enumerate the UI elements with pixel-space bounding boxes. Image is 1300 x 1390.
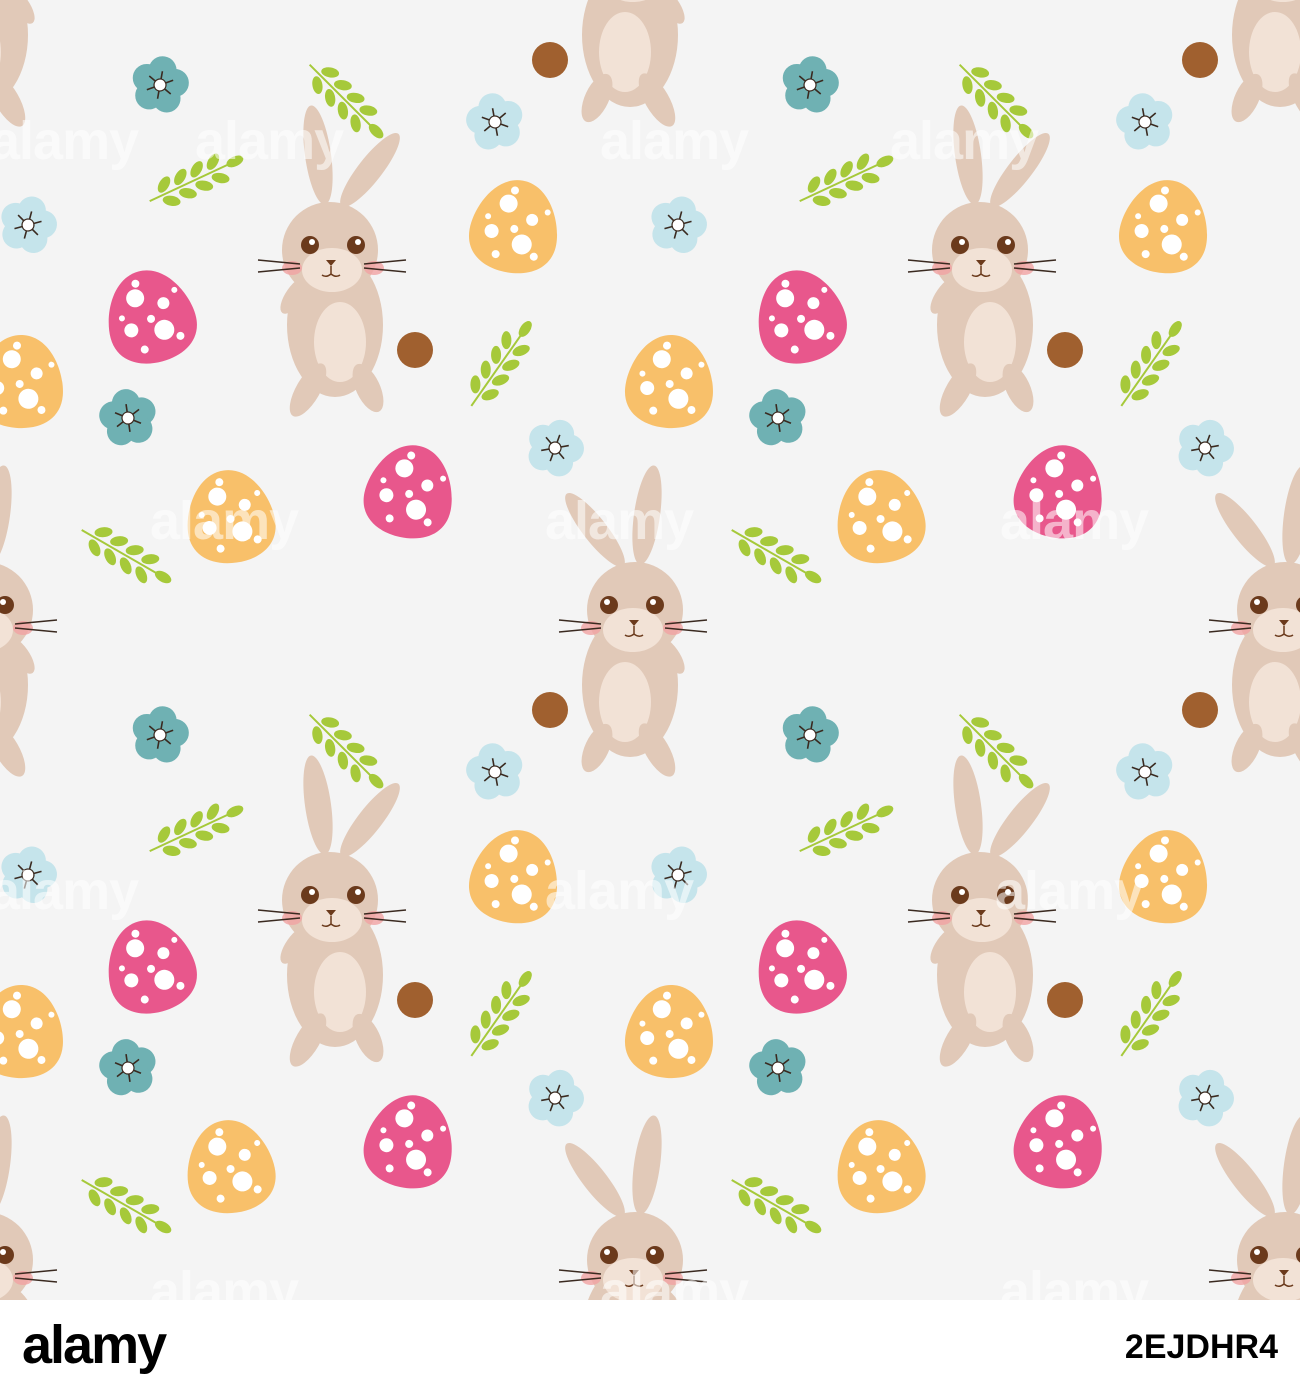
- easter-egg-icon: [0, 985, 63, 1079]
- flower-icon: [1178, 419, 1234, 477]
- flower-icon: [132, 706, 189, 763]
- flower-icon: [466, 93, 523, 150]
- flower-icon: [132, 56, 189, 113]
- bunny-icon: [0, 1115, 58, 1300]
- easter-egg-icon: [0, 335, 63, 429]
- flower-icon: [466, 743, 523, 800]
- bunny-icon: [257, 105, 433, 417]
- easter-egg-icon: [187, 1120, 276, 1214]
- leaf-sprig-icon: [470, 321, 532, 407]
- flower-icon: [528, 1069, 584, 1127]
- easter-egg-icon: [187, 470, 276, 564]
- leaf-sprig-icon: [731, 1177, 822, 1234]
- bunny-icon: [1208, 1115, 1300, 1300]
- easter-egg-icon: [108, 270, 197, 364]
- leaf-sprig-icon: [149, 153, 244, 207]
- footer-bar: alamy 2EJDHR4: [0, 1300, 1300, 1390]
- flower-icon: [1116, 93, 1173, 150]
- easter-egg-icon: [758, 270, 847, 364]
- easter-pattern: [0, 0, 1300, 1300]
- image-id: 2EJDHR4: [1124, 1328, 1278, 1366]
- bunny-icon: [558, 1115, 708, 1300]
- easter-egg-icon: [363, 445, 452, 539]
- easter-egg-icon: [468, 180, 557, 274]
- bunny-icon: [907, 105, 1083, 417]
- flower-icon: [528, 419, 584, 477]
- bunny-icon: [1182, 0, 1300, 127]
- pattern-image: alamy alamy alamy alamy alamy alamy alamy alamy…: [0, 0, 1300, 1300]
- leaf-sprig-icon: [799, 153, 894, 207]
- flower-icon: [1, 846, 57, 904]
- leaf-sprig-icon: [470, 971, 532, 1057]
- flower-icon: [782, 706, 839, 763]
- flower-icon: [651, 846, 707, 904]
- brand-logo: alamy: [22, 1315, 167, 1375]
- easter-egg-icon: [837, 470, 926, 564]
- flower-icon: [99, 1039, 156, 1096]
- easter-egg-icon: [1118, 180, 1207, 274]
- easter-egg-icon: [363, 1095, 452, 1189]
- bunny-icon: [257, 755, 433, 1067]
- flower-icon: [1, 196, 57, 254]
- leaf-sprig-icon: [149, 803, 244, 857]
- flower-icon: [782, 56, 839, 113]
- easter-egg-icon: [468, 830, 557, 924]
- flower-icon: [749, 389, 806, 446]
- bunny-icon: [532, 465, 708, 777]
- easter-egg-icon: [108, 920, 197, 1014]
- leaf-sprig-icon: [81, 1177, 172, 1234]
- flower-icon: [99, 389, 156, 446]
- bunny-icon: [532, 0, 685, 127]
- leaf-sprig-icon: [731, 527, 822, 584]
- easter-egg-icon: [625, 985, 713, 1079]
- leaf-sprig-icon: [799, 803, 894, 857]
- easter-egg-icon: [1013, 1095, 1102, 1189]
- easter-egg-icon: [1013, 445, 1102, 539]
- leaf-sprig-icon: [1120, 321, 1182, 407]
- leaf-sprig-icon: [1120, 971, 1182, 1057]
- flower-icon: [1116, 743, 1173, 800]
- easter-egg-icon: [625, 335, 713, 429]
- bunny-icon: [0, 0, 35, 127]
- easter-egg-icon: [837, 1120, 926, 1214]
- bunny-icon: [1182, 465, 1300, 777]
- easter-egg-icon: [1118, 830, 1207, 924]
- flower-icon: [651, 196, 707, 254]
- bunny-icon: [907, 755, 1083, 1067]
- flower-icon: [1178, 1069, 1234, 1127]
- flower-icon: [749, 1039, 806, 1096]
- bunny-icon: [0, 465, 58, 777]
- easter-egg-icon: [758, 920, 847, 1014]
- leaf-sprig-icon: [81, 527, 172, 584]
